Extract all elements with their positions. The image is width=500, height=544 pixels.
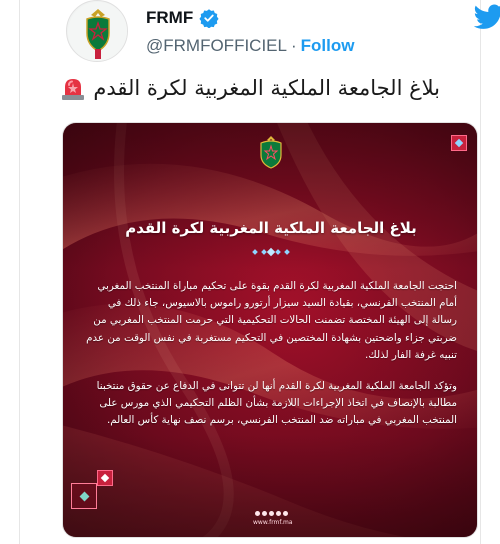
tweet-text-content: بلاغ الجامعة الملكية المغربية لكرة القدم	[93, 76, 440, 100]
tweet-card: FRMF @FRMFOFFICIEL · Follow بلاغ الجامعة ا…	[19, 0, 500, 544]
police-light-emoji-icon	[62, 79, 85, 100]
display-name-row[interactable]: FRMF	[146, 8, 219, 28]
frmf-crest-icon	[260, 136, 282, 169]
statement-paragraph-1: احتجت الجامعة الملكية المغربية لكرة القد…	[86, 280, 457, 361]
footer-website: www.frmf.ma	[253, 519, 293, 526]
display-name[interactable]: FRMF	[146, 8, 193, 28]
follow-button[interactable]: Follow	[301, 36, 355, 55]
square-decoration	[97, 470, 113, 486]
media-image[interactable]: بلاغ الجامعة الملكية المغربية لكرة القدم…	[62, 122, 478, 538]
twitter-bird-icon[interactable]	[474, 4, 500, 30]
handle-row: @FRMFOFFICIEL · Follow	[146, 36, 446, 56]
square-decoration	[71, 483, 97, 509]
social-icon	[275, 511, 281, 516]
social-icon	[254, 511, 260, 516]
separator-dot: ·	[290, 36, 297, 55]
tweet-text: بلاغ الجامعة الملكية المغربية لكرة القدم	[59, 74, 440, 102]
social-icon	[261, 511, 267, 516]
frmf-crest-icon	[68, 2, 127, 61]
statement-paragraph-2: وتؤكد الجامعة الملكية المغربية لكرة القد…	[96, 380, 457, 427]
diamond-divider-icon	[252, 247, 290, 257]
media-title: بلاغ الجامعة الملكية المغربية لكرة القدم	[125, 219, 417, 237]
corner-decoration	[451, 135, 467, 151]
social-icons	[253, 511, 289, 517]
avatar[interactable]	[66, 0, 128, 62]
social-icon	[268, 511, 274, 516]
social-icon	[282, 511, 288, 516]
verified-badge-icon	[199, 9, 219, 28]
media-content: بلاغ الجامعة الملكية المغربية لكرة القدم…	[63, 123, 477, 537]
account-names: FRMF @FRMFOFFICIEL · Follow	[146, 8, 446, 56]
handle[interactable]: @FRMFOFFICIEL	[146, 36, 287, 55]
